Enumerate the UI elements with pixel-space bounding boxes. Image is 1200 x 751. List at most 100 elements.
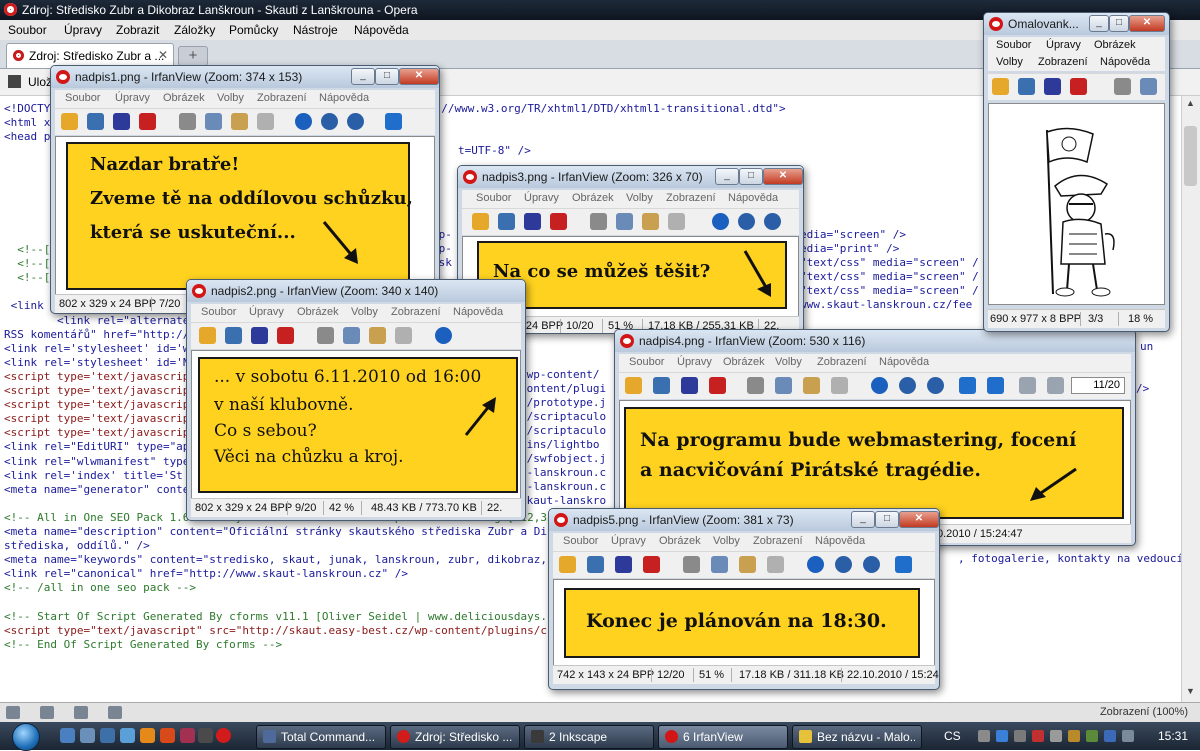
open-icon[interactable] <box>625 377 642 394</box>
quicklaunch-app-icon[interactable] <box>180 728 195 743</box>
previous-icon[interactable] <box>959 377 976 394</box>
menu-soubor[interactable]: Soubor <box>65 92 100 104</box>
tab-close-icon[interactable]: ✕ <box>158 48 168 62</box>
copy-icon[interactable] <box>1140 78 1157 95</box>
info-icon[interactable] <box>712 213 729 230</box>
menu-zalozky[interactable]: Záložky <box>174 23 215 37</box>
antivirus-icon[interactable] <box>1032 730 1044 742</box>
close-button[interactable]: ✕ <box>899 511 939 528</box>
save-icon[interactable] <box>681 377 698 394</box>
slideshow-icon[interactable] <box>498 213 515 230</box>
irfanview-window-nadpis1[interactable]: nadpis1.png - IrfanView (Zoom: 374 x 153… <box>50 65 440 314</box>
menu-soubor[interactable]: Soubor <box>629 356 664 368</box>
menu-zobrazeni[interactable]: Zobrazení <box>817 356 867 368</box>
zoom-in-icon[interactable] <box>321 113 338 130</box>
show-desktop-icon[interactable] <box>60 728 75 743</box>
menu-napoveda[interactable]: Nápověda <box>879 356 929 368</box>
sync-icon[interactable] <box>74 706 88 719</box>
taskbar-paint[interactable]: Bez názvu - Malo... <box>792 725 922 749</box>
quicklaunch-icon[interactable] <box>80 728 95 743</box>
save-icon[interactable] <box>1044 78 1061 95</box>
menu-zobrazit[interactable]: Zobrazit <box>116 23 159 37</box>
image-view[interactable]: ... v sobotu 6.11.2010 od 16:00 v naší k… <box>191 350 521 500</box>
menu-obrazek[interactable]: Obrázek <box>297 306 339 318</box>
zoom-out-icon[interactable] <box>863 556 880 573</box>
open-icon[interactable] <box>559 556 576 573</box>
scrollbar-thumb[interactable] <box>1184 126 1197 186</box>
cut-icon[interactable] <box>317 327 334 344</box>
menu-volby[interactable]: Volby <box>351 306 378 318</box>
taskbar-total-commander[interactable]: Total Command... <box>256 725 386 749</box>
taskbar-inkscape[interactable]: 2 Inkscape <box>524 725 654 749</box>
zoom-out-icon[interactable] <box>927 377 944 394</box>
delete-icon[interactable] <box>139 113 156 130</box>
menu-volby[interactable]: Volby <box>775 356 802 368</box>
undo-icon[interactable] <box>395 327 412 344</box>
menu-upravy[interactable]: Úpravy <box>249 306 284 318</box>
save-icon[interactable] <box>251 327 268 344</box>
save-button[interactable]: Ulož <box>28 75 52 89</box>
maximize-button[interactable]: □ <box>1109 15 1129 32</box>
copy-icon[interactable] <box>775 377 792 394</box>
open-icon[interactable] <box>199 327 216 344</box>
info-icon[interactable] <box>807 556 824 573</box>
zoom-in-icon[interactable] <box>899 377 916 394</box>
open-icon[interactable] <box>61 113 78 130</box>
zoom-in-icon[interactable] <box>835 556 852 573</box>
menu-napoveda[interactable]: Nápověda <box>354 23 409 37</box>
menu-volby[interactable]: Volby <box>996 56 1023 68</box>
network-icon[interactable] <box>1086 730 1098 742</box>
tray-app2-icon[interactable] <box>1050 730 1062 742</box>
close-button[interactable]: ✕ <box>763 168 803 185</box>
menu-zobrazeni[interactable]: Zobrazení <box>1038 56 1088 68</box>
menu-nastroje[interactable]: Nástroje <box>293 23 338 37</box>
image-view[interactable] <box>988 103 1165 305</box>
settings-icon[interactable] <box>108 706 122 719</box>
save-icon[interactable] <box>113 113 130 130</box>
slideshow-icon[interactable] <box>587 556 604 573</box>
zoom-level[interactable]: Zobrazení (100%) <box>1100 706 1188 718</box>
info-icon[interactable] <box>435 327 452 344</box>
menu-volby[interactable]: Volby <box>217 92 244 104</box>
irfanview-window-nadpis2[interactable]: nadpis2.png - IrfanView (Zoom: 340 x 140… <box>186 279 526 521</box>
minimize-button[interactable]: _ <box>351 68 375 85</box>
open-icon[interactable] <box>472 213 489 230</box>
menu-upravy[interactable]: Úpravy <box>1046 39 1081 51</box>
menu-soubor[interactable]: Soubor <box>996 39 1031 51</box>
previous-icon[interactable] <box>895 556 912 573</box>
taskbar-opera[interactable]: Zdroj: Středisko ... <box>390 725 520 749</box>
menu-volby[interactable]: Volby <box>713 535 740 547</box>
undo-icon[interactable] <box>257 113 274 130</box>
cut-icon[interactable] <box>179 113 196 130</box>
menu-upravy[interactable]: Úpravy <box>524 192 559 204</box>
menu-soubor[interactable]: Soubor <box>476 192 511 204</box>
opera-icon[interactable] <box>216 728 231 743</box>
menu-obrazek[interactable]: Obrázek <box>163 92 205 104</box>
info-icon[interactable] <box>871 377 888 394</box>
clock[interactable]: 15:31 <box>1158 729 1188 743</box>
maximize-button[interactable]: □ <box>739 168 763 185</box>
menu-obrazek[interactable]: Obrázek <box>572 192 614 204</box>
previous-icon[interactable] <box>385 113 402 130</box>
undo-icon[interactable] <box>831 377 848 394</box>
speaker-icon[interactable] <box>1122 730 1134 742</box>
copy-icon[interactable] <box>711 556 728 573</box>
undo-icon[interactable] <box>767 556 784 573</box>
tray-app-icon[interactable] <box>1014 730 1026 742</box>
slideshow-icon[interactable] <box>1018 78 1035 95</box>
menu-napoveda[interactable]: Nápověda <box>1100 56 1150 68</box>
delete-icon[interactable] <box>1070 78 1087 95</box>
save-icon[interactable] <box>615 556 632 573</box>
menu-napoveda[interactable]: Nápověda <box>453 306 503 318</box>
delete-icon[interactable] <box>709 377 726 394</box>
paste-icon[interactable] <box>803 377 820 394</box>
menu-upravy[interactable]: Úpravy <box>115 92 150 104</box>
menu-zobrazeni[interactable]: Zobrazení <box>257 92 307 104</box>
volume-icon[interactable] <box>1104 730 1116 742</box>
zoom-out-icon[interactable] <box>764 213 781 230</box>
menu-soubor[interactable]: Soubor <box>201 306 236 318</box>
scroll-down-icon[interactable]: ▼ <box>1186 686 1195 696</box>
menu-soubor[interactable]: Soubor <box>8 23 47 37</box>
delete-icon[interactable] <box>550 213 567 230</box>
menu-zobrazeni[interactable]: Zobrazení <box>391 306 441 318</box>
